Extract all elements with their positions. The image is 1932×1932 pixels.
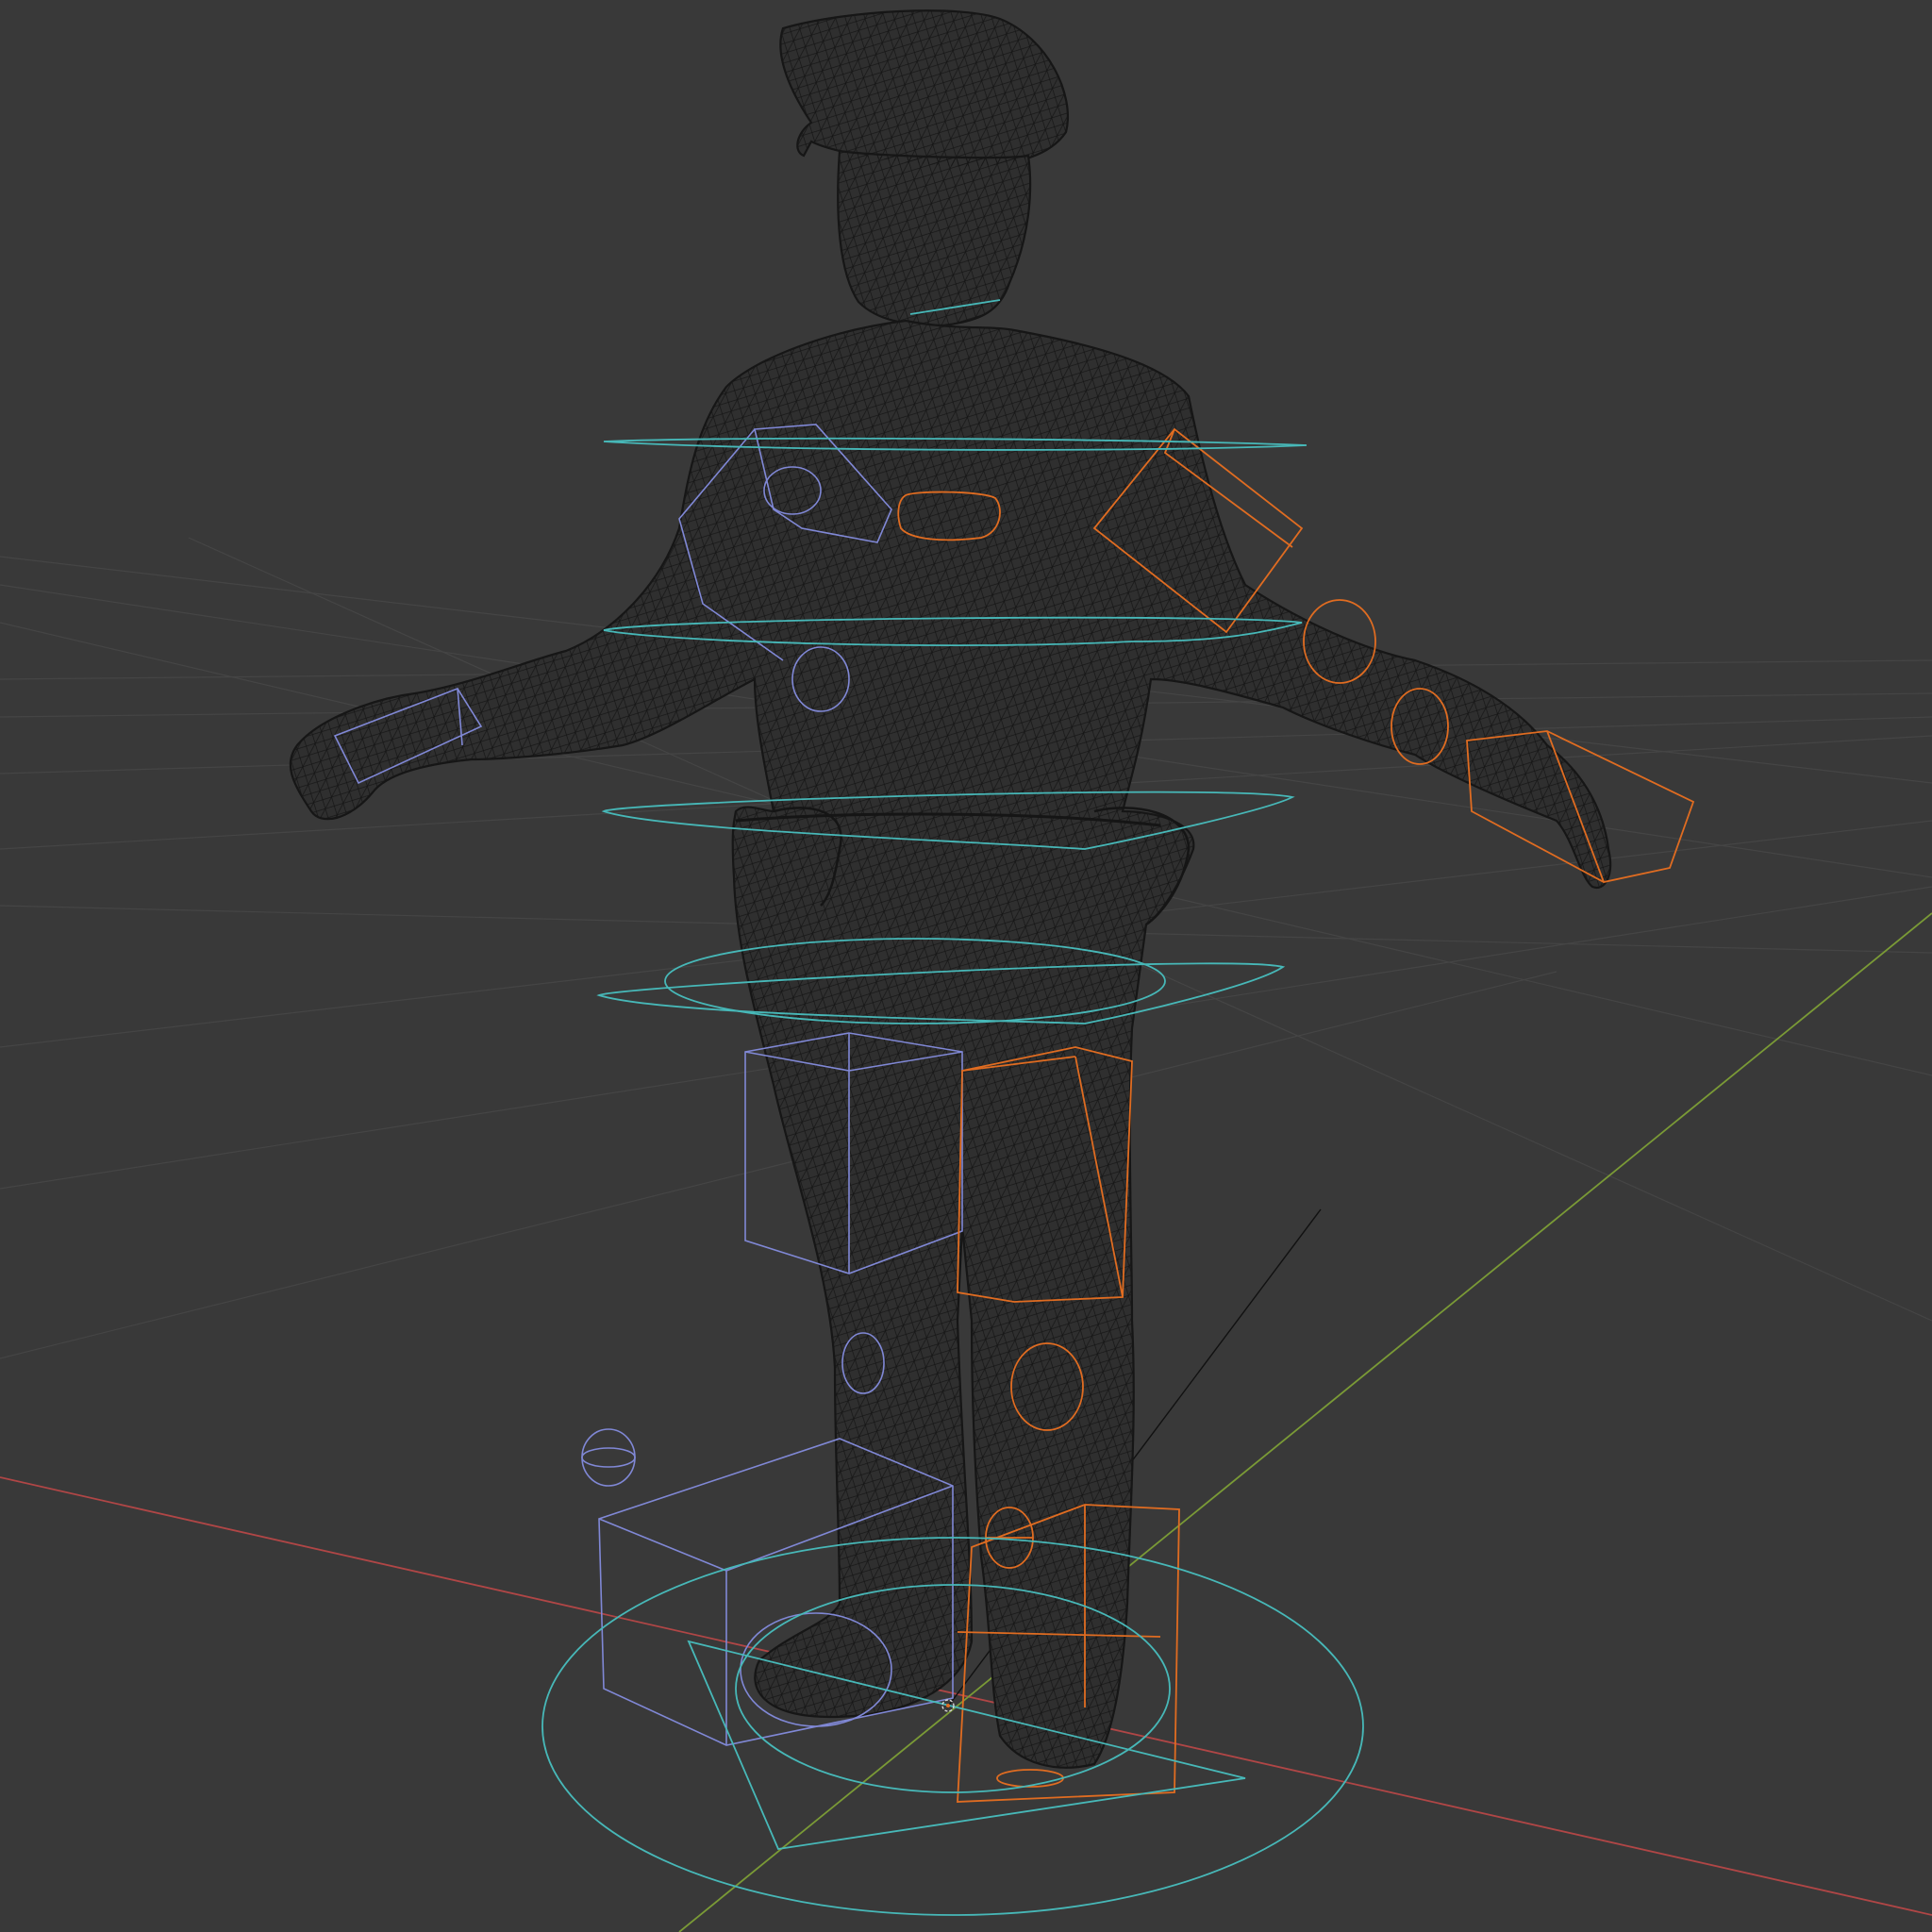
character-mesh[interactable] [289, 9, 1612, 1769]
viewport-canvas[interactable] [0, 0, 1932, 1932]
3d-viewport[interactable] [0, 0, 1932, 1932]
